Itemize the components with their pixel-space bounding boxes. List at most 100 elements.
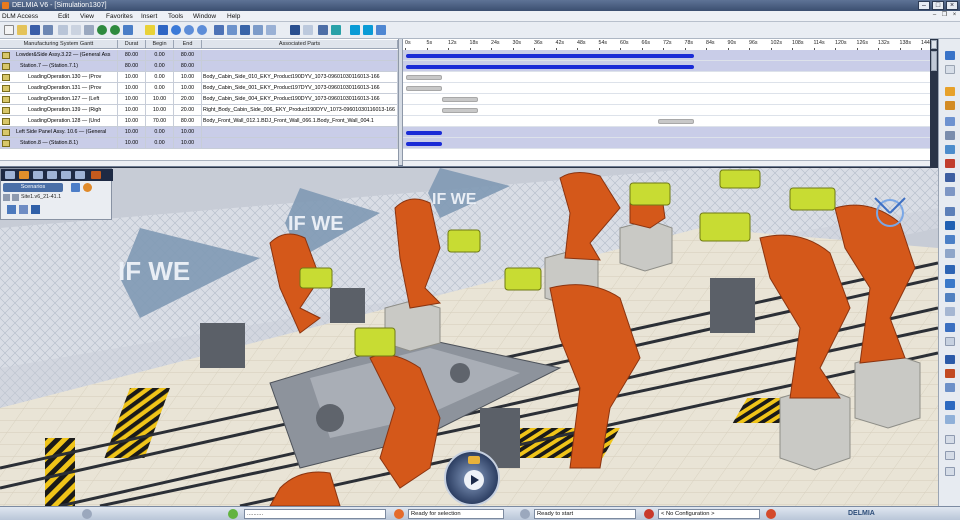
undo-icon[interactable] [97,25,107,35]
measure-icon[interactable] [318,25,328,35]
menu-window[interactable]: Window [193,12,216,21]
doc-close-button[interactable]: × [951,12,958,19]
menu-help[interactable]: Help [227,12,240,21]
gantt-bar[interactable] [406,65,694,69]
zoom-in-icon[interactable] [184,25,194,35]
tool-21-icon[interactable] [945,355,955,364]
timeline-horizontal-scrollbar[interactable] [403,160,930,166]
menu-edit[interactable]: Edit [58,12,69,21]
gantt-row[interactable]: LoadingOperation.139 — (Righ 10.00 10.00 20… [0,105,398,116]
help-icon[interactable] [123,25,133,35]
menu-favorites[interactable]: Favorites [106,12,133,21]
swap-view-icon[interactable] [266,25,276,35]
tool-18-icon[interactable] [945,307,955,316]
panel-tool-3-icon[interactable] [31,205,40,214]
copy-icon[interactable] [71,25,81,35]
tool-17-icon[interactable] [945,293,955,302]
tab-5-icon[interactable] [61,171,71,179]
save-icon[interactable] [30,25,40,35]
minimize-button[interactable]: – [918,1,930,10]
tool-23-icon[interactable] [945,383,955,392]
tab-2-icon[interactable] [19,171,29,179]
gantt-row[interactable]: LoadingOperation.127 — (Left 10.00 10.00 20… [0,94,398,105]
tool-2-icon[interactable] [945,65,955,74]
tool-3-icon[interactable] [945,87,955,96]
col-header-parts[interactable]: Associated Parts [202,40,398,49]
command-input[interactable]: .......... [244,509,386,519]
tool-27-icon[interactable] [945,451,955,460]
rotate-icon[interactable] [171,25,181,35]
tool-7-icon[interactable] [945,145,955,154]
tool-26-icon[interactable] [945,435,955,444]
print-icon[interactable] [43,25,53,35]
catalog-icon[interactable] [290,25,300,35]
hide-show-icon[interactable] [253,25,263,35]
compass-tool-icon[interactable] [376,25,386,35]
maximize-button[interactable]: □ [932,1,944,10]
menu-insert[interactable]: Insert [141,12,157,21]
doc-restore-button[interactable]: ❐ [941,12,948,19]
tool-16-icon[interactable] [945,279,955,288]
close-button[interactable]: × [946,1,958,10]
tool-24-icon[interactable] [945,401,955,410]
tool-28-icon[interactable] [945,467,955,476]
gantt-bar[interactable] [442,97,478,102]
col-header-name[interactable]: Manufacturing System Gantt [0,40,118,49]
snap-icon[interactable] [363,25,373,35]
gantt-bar[interactable] [658,119,694,124]
status-home-icon[interactable] [82,509,92,519]
tool-8-icon[interactable] [945,159,955,168]
tool-13-icon[interactable] [945,235,955,244]
gantt-bar[interactable] [406,131,442,135]
zoom-out-icon[interactable] [197,25,207,35]
cut-icon[interactable] [58,25,68,35]
tab-scenarios[interactable]: Scenarios [3,183,63,192]
fit-all-icon[interactable] [145,25,155,35]
gantt-row[interactable]: Station.7 — (Station.7.1) 80.00 0.00 80.00 [0,61,398,72]
view-mode-icon[interactable] [240,25,250,35]
gantt-row[interactable]: LoadingOperation.130 — (Prov 10.00 0.00 10.… [0,72,398,83]
tool-14-icon[interactable] [945,249,955,258]
gantt-bar[interactable] [406,142,442,146]
tool-20-icon[interactable] [945,337,955,346]
gantt-bar[interactable] [442,108,478,113]
gantt-row[interactable]: LoadingOperation.131 — (Prov 10.00 0.00 10.… [0,83,398,94]
iso-view-icon[interactable] [227,25,237,35]
redo-icon[interactable] [110,25,120,35]
gantt-vertical-scrollbar[interactable] [930,39,938,167]
scroll-thumb[interactable] [931,51,937,71]
tool-10-icon[interactable] [945,187,955,196]
tool-25-icon[interactable] [945,415,955,424]
scroll-up-icon[interactable] [931,40,937,49]
tool-6-icon[interactable] [945,131,955,140]
pan-icon[interactable] [158,25,168,35]
play-icon[interactable] [464,470,484,490]
simulation-icon[interactable] [350,25,360,35]
tool-15-icon[interactable] [945,265,955,274]
tab-7-icon[interactable] [91,171,101,179]
tab-4-icon[interactable] [47,171,57,179]
panel-tool-1-icon[interactable] [7,205,16,214]
search-icon[interactable] [303,25,313,35]
panel-tool-2-icon[interactable] [19,205,28,214]
gantt-row[interactable]: Station.8 — (Station.8.1) 10.00 0.00 10.00 [0,138,398,149]
gantt-bar[interactable] [406,75,442,80]
col-header-durat[interactable]: Durat [118,40,146,49]
gantt-bar[interactable] [406,54,694,58]
simulation-play-control[interactable] [444,450,500,506]
tool-12-icon[interactable] [945,221,955,230]
open-icon[interactable] [17,25,27,35]
compass-top-icon[interactable] [468,456,480,464]
tool-11-icon[interactable] [945,207,955,216]
forward-arrow-icon[interactable] [12,194,19,201]
tool-5-icon[interactable] [945,117,955,126]
analysis-icon[interactable] [331,25,341,35]
back-arrow-icon[interactable] [3,194,10,201]
tool-9-icon[interactable] [945,173,955,182]
tool-22-icon[interactable] [945,369,955,378]
grid-horizontal-scrollbar[interactable] [0,160,398,166]
paste-icon[interactable] [84,25,94,35]
gantt-row[interactable]: LoadingOperation.128 — (Und 10.00 70.00 80.… [0,116,398,127]
tab-3-icon[interactable] [33,171,43,179]
scenario-tool-icon[interactable] [71,183,80,192]
